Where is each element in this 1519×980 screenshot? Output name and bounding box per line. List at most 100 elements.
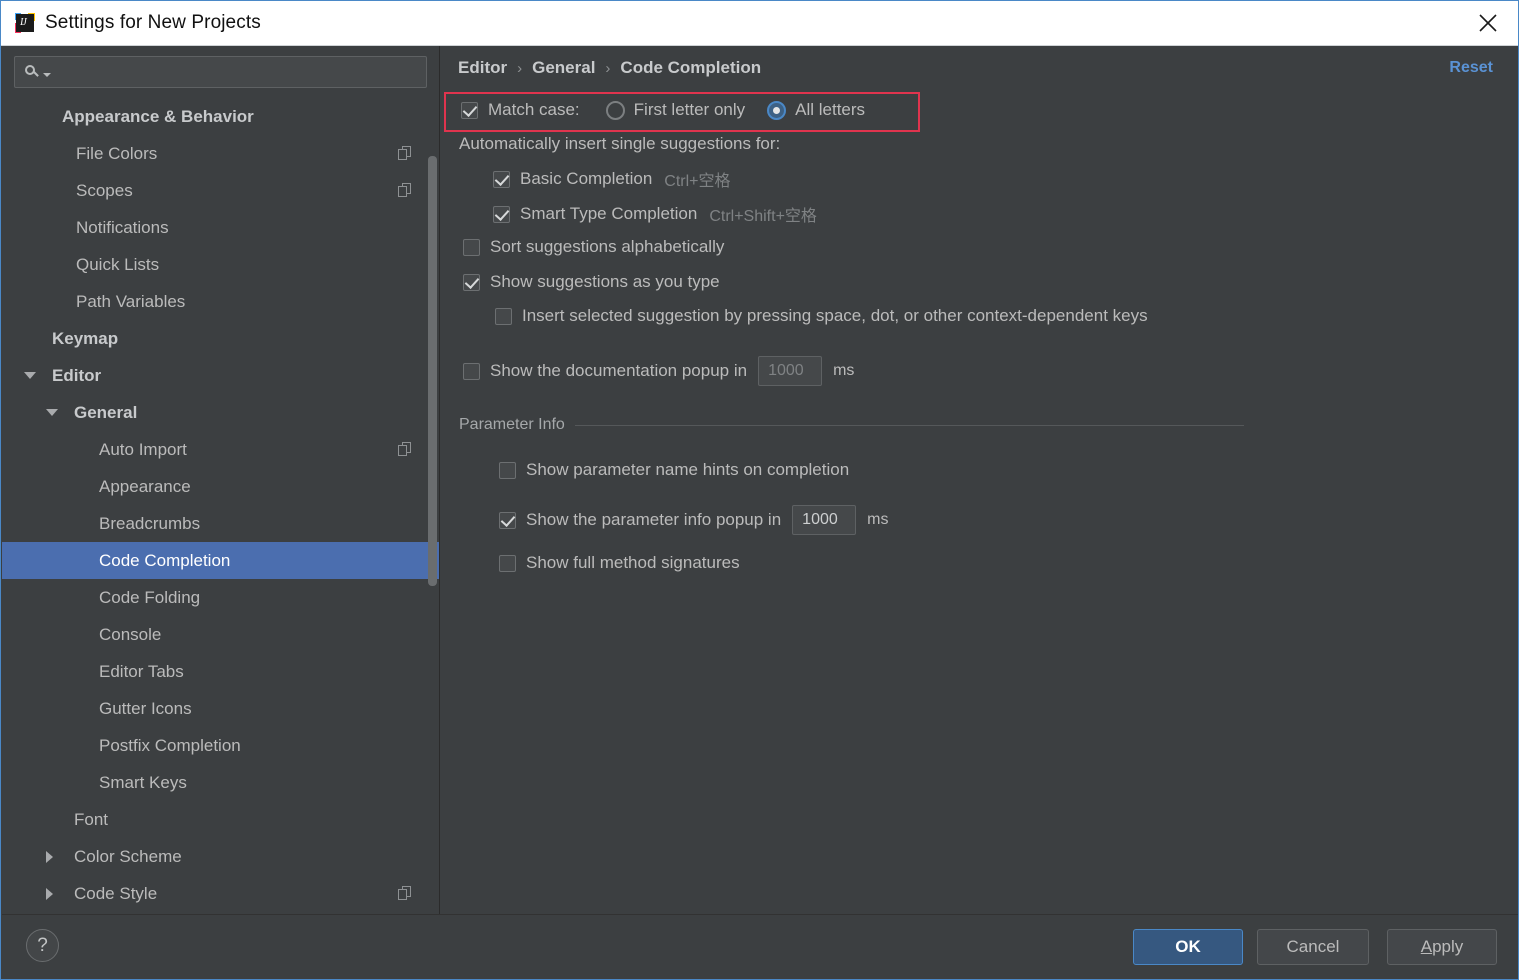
- sidebar-item-label: Path Variables: [76, 291, 186, 311]
- sidebar-item-editor-tabs[interactable]: Editor Tabs: [2, 653, 439, 690]
- sort-alphabetically-checkbox[interactable]: [463, 238, 480, 256]
- match-case-row: Match case: First letter only All letter…: [461, 100, 865, 120]
- show-as-you-type-row: Show suggestions as you type: [463, 272, 720, 292]
- show-as-you-type-label: Show suggestions as you type: [490, 272, 720, 291]
- full-method-signatures-checkbox[interactable]: [499, 554, 516, 572]
- close-icon[interactable]: [1458, 1, 1518, 45]
- show-as-you-type-checkbox[interactable]: [463, 273, 480, 291]
- param-info-popup-unit: ms: [867, 511, 889, 528]
- ok-button[interactable]: OK: [1133, 929, 1243, 965]
- search-icon: [25, 64, 41, 80]
- chevron-right-icon[interactable]: [46, 850, 53, 863]
- doc-popup-unit: ms: [833, 362, 855, 379]
- reset-link[interactable]: Reset: [1449, 59, 1493, 77]
- sidebar-item-label: Quick Lists: [76, 254, 160, 274]
- apply-button[interactable]: Apply: [1387, 929, 1497, 965]
- settings-main-panel: Editor › General › Code Completion Reset…: [441, 46, 1518, 914]
- sidebar-item-keymap[interactable]: Keymap: [2, 320, 439, 357]
- breadcrumb-separator-icon: ›: [605, 59, 611, 77]
- sidebar-item-code-style[interactable]: Code Style: [2, 875, 439, 912]
- sidebar-item-label: Gutter Icons: [99, 698, 192, 718]
- param-name-hints-label: Show parameter name hints on completion: [526, 460, 850, 479]
- sidebar-item-code-folding[interactable]: Code Folding: [2, 579, 439, 616]
- sidebar-item-label: Code Completion: [99, 550, 231, 570]
- sidebar-item-scopes[interactable]: Scopes: [2, 172, 439, 209]
- insert-on-keys-row: Insert selected suggestion by pressing s…: [495, 306, 1148, 326]
- param-name-hints-checkbox[interactable]: [499, 461, 516, 479]
- sidebar-item-label: General: [74, 402, 138, 422]
- full-method-signatures-row: Show full method signatures: [499, 553, 740, 573]
- sidebar-item-file-colors[interactable]: File Colors: [2, 135, 439, 172]
- breadcrumb-general[interactable]: General: [532, 58, 595, 78]
- first-letter-only-radio[interactable]: [605, 100, 625, 120]
- cancel-button[interactable]: Cancel: [1257, 929, 1369, 965]
- sidebar-item-code-completion[interactable]: Code Completion: [2, 542, 439, 579]
- param-info-popup-checkbox[interactable]: [499, 511, 516, 529]
- sidebar-item-quick-lists[interactable]: Quick Lists: [2, 246, 439, 283]
- sidebar-item-font[interactable]: Font: [2, 801, 439, 838]
- smart-type-completion-checkbox[interactable]: [493, 205, 510, 223]
- sidebar-item-appearance-behavior[interactable]: Appearance & Behavior: [2, 98, 439, 135]
- sidebar-item-path-variables[interactable]: Path Variables: [2, 283, 439, 320]
- insert-on-keys-checkbox[interactable]: [495, 307, 512, 325]
- window-title: Settings for New Projects: [45, 12, 261, 33]
- search-input[interactable]: [59, 63, 426, 81]
- copy-icon[interactable]: [398, 146, 413, 161]
- sidebar-item-gutter-icons[interactable]: Gutter Icons: [2, 690, 439, 727]
- sidebar-item-label: Appearance: [99, 476, 191, 496]
- search-box[interactable]: [14, 56, 427, 88]
- sidebar-item-auto-import[interactable]: Auto Import: [2, 431, 439, 468]
- chevron-down-icon[interactable]: [43, 72, 51, 77]
- intellij-idea-icon: IJ: [15, 13, 35, 33]
- search-area: [2, 46, 439, 94]
- param-info-popup-row: Show the parameter info popup in 1000 ms: [499, 505, 889, 535]
- sidebar-item-label: Editor Tabs: [99, 661, 184, 681]
- sidebar-item-appearance[interactable]: Appearance: [2, 468, 439, 505]
- sidebar-item-label: Appearance & Behavior: [62, 106, 254, 126]
- auto-insert-label: Automatically insert single suggestions …: [459, 134, 780, 154]
- sidebar-item-label: Console: [99, 624, 162, 644]
- sidebar-item-label: Code Folding: [99, 587, 201, 607]
- sidebar-item-label: Color Scheme: [74, 846, 182, 866]
- all-letters-label[interactable]: All letters: [795, 100, 865, 120]
- apply-mnemonic: A: [1420, 937, 1433, 956]
- doc-popup-delay-input[interactable]: 1000: [758, 356, 823, 386]
- copy-icon[interactable]: [398, 183, 413, 198]
- breadcrumb-editor[interactable]: Editor: [458, 58, 507, 78]
- doc-popup-checkbox[interactable]: [463, 362, 480, 380]
- help-icon[interactable]: ?: [26, 929, 59, 962]
- sidebar-item-label: Editor: [52, 365, 102, 385]
- sort-alphabetically-label: Sort suggestions alphabetically: [490, 237, 725, 256]
- first-letter-only-label[interactable]: First letter only: [634, 100, 745, 120]
- sidebar-item-label: Breadcrumbs: [99, 513, 201, 533]
- all-letters-radio[interactable]: [767, 100, 787, 120]
- param-info-popup-delay-input[interactable]: 1000: [792, 505, 857, 535]
- doc-popup-row: Show the documentation popup in 1000 ms: [463, 356, 854, 386]
- sidebar-item-breadcrumbs[interactable]: Breadcrumbs: [2, 505, 439, 542]
- sidebar-item-color-scheme[interactable]: Color Scheme: [2, 838, 439, 875]
- smart-type-completion-label: Smart Type Completion: [520, 204, 698, 223]
- sidebar-item-general[interactable]: General: [2, 394, 439, 431]
- copy-icon[interactable]: [398, 442, 413, 457]
- settings-sidebar: Appearance & Behavior File Colors Scopes No…: [2, 46, 440, 914]
- insert-on-keys-label: Insert selected suggestion by pressing s…: [522, 306, 1148, 325]
- basic-completion-checkbox[interactable]: [493, 170, 510, 188]
- sidebar-item-postfix-completion[interactable]: Postfix Completion: [2, 727, 439, 764]
- sidebar-item-console[interactable]: Console: [2, 616, 439, 653]
- sidebar-item-notifications[interactable]: Notifications: [2, 209, 439, 246]
- sidebar-item-editor[interactable]: Editor: [2, 357, 439, 394]
- group-divider: [574, 424, 1244, 426]
- chevron-down-icon[interactable]: [46, 409, 58, 416]
- chevron-down-icon[interactable]: [24, 372, 36, 379]
- chevron-right-icon[interactable]: [46, 887, 53, 900]
- copy-icon[interactable]: [398, 886, 413, 901]
- sidebar-item-smart-keys[interactable]: Smart Keys: [2, 764, 439, 801]
- breadcrumb-code-completion: Code Completion: [620, 58, 762, 77]
- sidebar-item-label: Smart Keys: [99, 772, 187, 792]
- match-case-checkbox[interactable]: [461, 101, 478, 119]
- basic-completion-shortcut: Ctrl+空格: [664, 173, 731, 190]
- doc-popup-label: Show the documentation popup in: [490, 361, 748, 380]
- breadcrumb: Editor › General › Code Completion: [458, 58, 761, 78]
- match-case-label: Match case:: [488, 100, 580, 119]
- sidebar-scrollbar-thumb[interactable]: [428, 156, 437, 586]
